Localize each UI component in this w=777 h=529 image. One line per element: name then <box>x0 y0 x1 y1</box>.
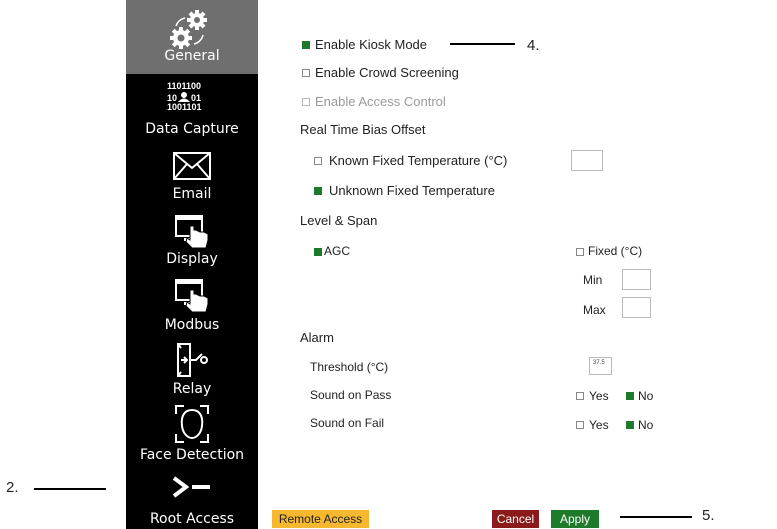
known-fixed-temp-checkbox[interactable] <box>314 157 322 165</box>
sidebar-item-display[interactable]: Display <box>126 210 258 270</box>
callout-number-2: 2. <box>6 479 19 496</box>
max-label: Max <box>583 303 606 317</box>
user-binary-icon: 1101100 10 01 1001101 <box>167 81 202 112</box>
callout-line-2 <box>34 488 106 490</box>
alarm-heading: Alarm <box>300 330 334 345</box>
monitor-hand-icon <box>175 279 209 312</box>
sidebar-item-label: Root Access <box>149 511 235 527</box>
sound-fail-no-checkbox[interactable] <box>626 421 634 429</box>
sidebar-item-label: General <box>164 48 220 64</box>
callout-number-5: 5. <box>702 507 715 524</box>
sound-fail-yes-label: Yes <box>589 418 609 432</box>
callout-number-4: 4. <box>527 37 540 54</box>
callout-line-5 <box>620 516 692 518</box>
level-span-heading: Level & Span <box>300 213 378 228</box>
threshold-label: Threshold (°C) <box>310 360 389 374</box>
sidebar-item-root-access[interactable]: Root Access <box>126 470 258 529</box>
envelope-icon <box>173 152 211 180</box>
sidebar-item-email[interactable]: Email <box>126 146 258 204</box>
sidebar-item-label: Email <box>172 186 212 202</box>
sidebar-item-face-detection[interactable]: Face Detection <box>126 402 258 466</box>
crowd-screening-checkbox[interactable] <box>302 69 310 77</box>
max-input[interactable] <box>622 297 651 318</box>
sound-pass-yes-checkbox[interactable] <box>576 392 584 400</box>
known-fixed-temp-input[interactable] <box>571 150 603 171</box>
min-label: Min <box>583 273 603 287</box>
access-control-checkbox[interactable] <box>302 98 310 106</box>
sound-pass-no-label: No <box>638 389 654 403</box>
access-control-label: Enable Access Control <box>315 94 446 109</box>
sound-fail-yes-checkbox[interactable] <box>576 421 584 429</box>
kiosk-mode-checkbox[interactable] <box>302 41 310 49</box>
terminal-prompt-icon <box>172 476 210 498</box>
sound-pass-label: Sound on Pass <box>310 388 392 402</box>
sidebar-item-label: Display <box>166 251 218 267</box>
relay-icon <box>177 343 208 377</box>
fixed-label: Fixed (°C) <box>588 244 643 258</box>
sidebar-item-relay[interactable]: Relay <box>126 338 258 400</box>
face-frame-icon <box>175 405 209 443</box>
sidebar-item-general[interactable]: General <box>126 0 258 74</box>
callout-line-4 <box>450 43 515 45</box>
fixed-checkbox[interactable] <box>576 248 584 256</box>
sound-fail-no-label: No <box>638 418 654 432</box>
sidebar-item-data-capture[interactable]: 1101100 10 01 1001101 Data Capture <box>126 78 258 138</box>
crowd-screening-label: Enable Crowd Screening <box>315 65 459 80</box>
threshold-input[interactable]: 37.5 <box>589 357 612 375</box>
unknown-fixed-temp-checkbox[interactable] <box>314 187 322 195</box>
cancel-button[interactable]: Cancel <box>492 510 539 528</box>
sidebar-item-label: Face Detection <box>139 447 245 463</box>
sidebar-item-label: Modbus <box>164 317 220 333</box>
apply-button[interactable]: Apply <box>551 510 599 528</box>
sound-pass-yes-label: Yes <box>589 389 609 403</box>
monitor-hand-icon <box>175 215 209 248</box>
sidebar-item-modbus[interactable]: Modbus <box>126 274 258 334</box>
min-input[interactable] <box>622 269 651 290</box>
agc-label: AGC <box>324 244 351 258</box>
sound-pass-no-checkbox[interactable] <box>626 392 634 400</box>
remote-access-button[interactable]: Remote Access <box>272 510 369 528</box>
sidebar-item-label: Data Capture <box>145 121 239 137</box>
bias-offset-heading: Real Time Bias Offset <box>300 122 426 137</box>
gears-icon <box>170 10 207 49</box>
sidebar-nav: General 1101100 10 01 1001101 Data Captur… <box>126 0 258 529</box>
known-fixed-temp-label: Known Fixed Temperature (°C) <box>329 153 508 168</box>
sound-fail-label: Sound on Fail <box>310 416 385 430</box>
unknown-fixed-temp-label: Unknown Fixed Temperature <box>329 183 495 198</box>
kiosk-mode-label: Enable Kiosk Mode <box>315 37 428 52</box>
agc-checkbox[interactable] <box>314 248 322 256</box>
sidebar-item-label: Relay <box>172 381 212 397</box>
